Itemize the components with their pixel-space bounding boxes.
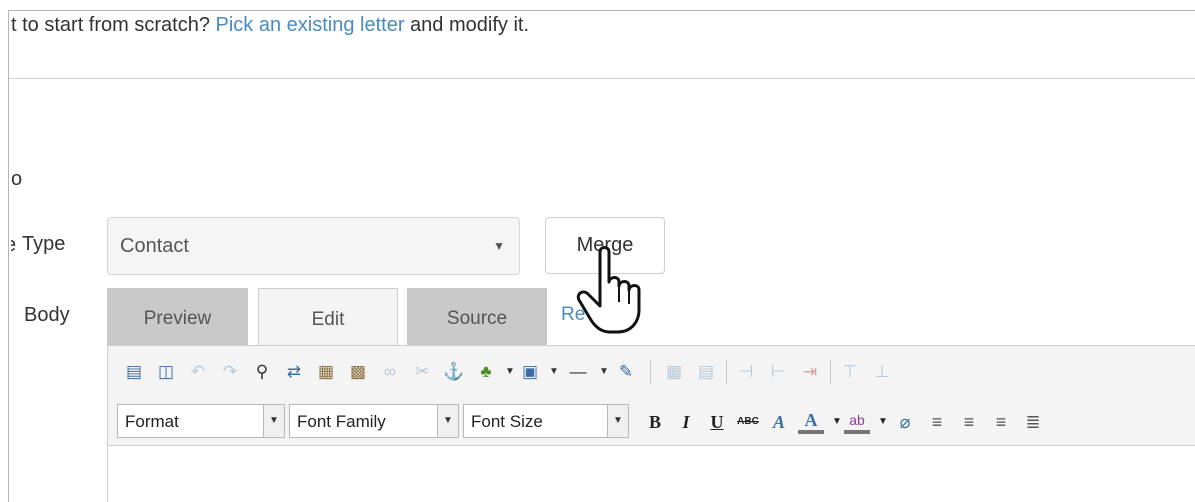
hand-pointer-cursor-icon: [576, 246, 641, 334]
format-dropdown-label: Format: [125, 412, 179, 431]
anchor-icon[interactable]: ⚓: [442, 360, 466, 384]
media-icon[interactable]: ▣: [518, 360, 542, 384]
font-size-dropdown-label: Font Size: [471, 412, 543, 431]
to-label: o: [11, 168, 23, 190]
hr-dropdown-icon[interactable]: ▼: [592, 360, 616, 384]
horizontal-rule-icon[interactable]: —: [562, 360, 594, 384]
editor-toolbar-row-2: Format ▼ Font Family ▼ Font Size ▼ B I U…: [108, 400, 1195, 446]
body-label-text: Body: [24, 304, 70, 326]
insert-row-before-icon[interactable]: ⊤: [838, 360, 862, 384]
highlight-icon[interactable]: ab: [844, 408, 870, 434]
format-dropdown[interactable]: Format ▼: [117, 404, 285, 438]
eraser-icon[interactable]: ⌀: [892, 408, 918, 436]
chevron-down-icon: ▼: [493, 239, 505, 253]
font-family-dropdown-label: Font Family: [297, 412, 386, 431]
intro-prefix: t to start from scratch?: [11, 14, 216, 36]
new-document-icon[interactable]: ▤: [122, 360, 146, 384]
panel-left-border: [8, 10, 9, 502]
section-divider: [9, 78, 1195, 79]
replace-icon[interactable]: ⇄: [282, 360, 306, 384]
intro-text: t to start from scratch? Pick an existin…: [11, 14, 529, 37]
panel-top-border: [8, 10, 1195, 11]
bold-button[interactable]: B: [642, 408, 668, 436]
insert-row-after-icon[interactable]: ⊥: [870, 360, 894, 384]
letter-form-panel: t to start from scratch? Pick an existin…: [0, 0, 1195, 502]
delete-col-icon[interactable]: ⇥: [798, 360, 822, 384]
align-justify-icon[interactable]: ≣: [1020, 408, 1046, 436]
insert-col-after-icon[interactable]: ⊢: [766, 360, 790, 384]
tab-source[interactable]: Source: [407, 288, 547, 345]
merge-type-label: eType: [11, 233, 65, 256]
chevron-down-icon: ▼: [263, 404, 285, 438]
insert-col-before-icon[interactable]: ⊣: [734, 360, 758, 384]
chevron-down-icon: ▼: [607, 404, 629, 438]
font-color-button[interactable]: A: [798, 408, 824, 434]
merge-type-label-text: Type: [22, 233, 66, 255]
redo-icon[interactable]: ↷: [218, 360, 242, 384]
editor-toolbar-row-1: ▤ ◫ ↶ ↷ ⚲ ⇄ ▦ ▩ ∞ ✂ ⚓ ♣ ▼ ▣ ▼ — ▼ ✎ ▦ ▤ …: [108, 346, 1195, 400]
align-right-icon[interactable]: ≡: [988, 408, 1014, 436]
template-icon[interactable]: ◫: [154, 360, 178, 384]
edit-icon[interactable]: ✎: [614, 360, 638, 384]
merge-type-select[interactable]: Contact ▼: [107, 217, 520, 275]
align-center-icon[interactable]: ≡: [956, 408, 982, 436]
undo-icon[interactable]: ↶: [186, 360, 210, 384]
chevron-down-icon: ▼: [437, 404, 459, 438]
find-icon[interactable]: ⚲: [250, 360, 274, 384]
styles-icon[interactable]: A: [766, 408, 792, 436]
pick-existing-letter-link[interactable]: Pick an existing letter: [216, 14, 405, 36]
toolbar-separator: [830, 360, 831, 384]
align-left-icon[interactable]: ≡: [924, 408, 950, 436]
link-icon[interactable]: ∞: [378, 360, 402, 384]
underline-button[interactable]: U: [704, 408, 730, 436]
image-icon[interactable]: ♣: [474, 360, 498, 384]
intro-suffix: and modify it.: [404, 14, 530, 36]
strikethrough-button[interactable]: ABC: [732, 408, 764, 436]
body-label: lBody: [11, 304, 70, 327]
tab-edit[interactable]: Edit: [258, 288, 398, 346]
unlink-icon[interactable]: ✂: [410, 360, 434, 384]
table-icon[interactable]: ▦: [662, 360, 686, 384]
table-props-icon[interactable]: ▤: [694, 360, 718, 384]
paste-icon[interactable]: ▦: [314, 360, 338, 384]
italic-button[interactable]: I: [673, 408, 699, 436]
font-family-dropdown[interactable]: Font Family ▼: [289, 404, 459, 438]
merge-type-value: Contact: [120, 235, 189, 257]
toolbar-separator: [650, 360, 651, 384]
toolbar-separator: [726, 360, 727, 384]
paste-word-icon[interactable]: ▩: [346, 360, 370, 384]
tab-preview[interactable]: Preview: [107, 288, 248, 345]
font-size-dropdown[interactable]: Font Size ▼: [463, 404, 629, 438]
